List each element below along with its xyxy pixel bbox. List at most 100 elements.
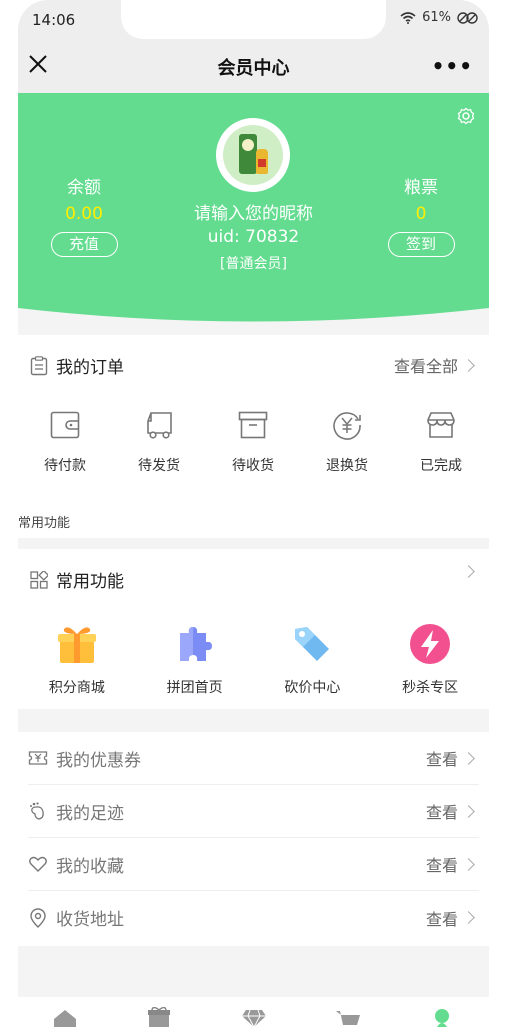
order-status-pending-payment[interactable]: 待付款 bbox=[18, 409, 112, 475]
feature-bargain-center[interactable]: 砍价中心 bbox=[254, 623, 372, 697]
view-label: 查看 bbox=[425, 856, 458, 875]
view-label: 查看 bbox=[425, 750, 458, 769]
order-status-label: 退换货 bbox=[326, 458, 368, 474]
view-action[interactable]: 查看 bbox=[425, 906, 475, 930]
features-header: 常用功能 bbox=[30, 567, 124, 592]
orders-title: 我的订单 bbox=[56, 358, 124, 378]
notch bbox=[121, 0, 386, 39]
wallet-icon bbox=[50, 411, 80, 439]
puzzle-icon bbox=[179, 627, 212, 661]
list-label: 我的优惠券 bbox=[56, 750, 141, 771]
list-item-addresses[interactable]: 收货地址 查看 bbox=[18, 891, 489, 944]
tab-discover[interactable] bbox=[206, 997, 300, 1035]
feature-group-buy[interactable]: 拼团首页 bbox=[136, 623, 254, 697]
nav-bar: 会员中心 ••• bbox=[18, 40, 489, 93]
box-icon bbox=[238, 411, 268, 439]
tab-home[interactable] bbox=[18, 997, 112, 1035]
features-title: 常用功能 bbox=[56, 572, 124, 592]
member-icon bbox=[434, 1009, 449, 1027]
chevron-right-icon bbox=[462, 751, 475, 765]
order-status-pending-shipment[interactable]: 待发货 bbox=[112, 409, 206, 475]
order-status-completed[interactable]: 已完成 bbox=[394, 409, 488, 475]
battery-icon bbox=[457, 11, 478, 24]
feature-label: 拼团首页 bbox=[166, 680, 223, 696]
order-status-label: 待付款 bbox=[44, 458, 86, 474]
feature-label: 秒杀专区 bbox=[402, 680, 459, 696]
tab-gift[interactable] bbox=[112, 997, 206, 1035]
avatar-image bbox=[223, 125, 283, 185]
phone-screen: 14:06 61% 会员中心 ••• 余额 0.00 充值 请输入您的昵称 ui… bbox=[18, 0, 489, 1035]
location-icon bbox=[30, 907, 46, 928]
services-list: 我的优惠券 查看 我的足迹 查看 我的收藏 查看 收货地址 查看 bbox=[18, 732, 489, 946]
status-time: 14:06 bbox=[32, 11, 76, 29]
list-item-coupons[interactable]: 我的优惠券 查看 bbox=[18, 732, 489, 785]
view-label: 查看 bbox=[425, 803, 458, 822]
signin-button[interactable]: 签到 bbox=[387, 232, 455, 257]
tab-cart[interactable] bbox=[301, 997, 395, 1035]
chevron-right-icon bbox=[462, 911, 475, 924]
features-grid: 积分商城 拼团首页 砍价中心 秒杀专区 bbox=[18, 623, 489, 697]
lightning-icon bbox=[410, 624, 451, 664]
feature-label: 砍价中心 bbox=[284, 680, 341, 696]
order-status-refund[interactable]: 退换货 bbox=[300, 409, 394, 475]
orders-card: 我的订单 查看全部 待付款 待发货 待收货 退换货 已完成 bbox=[18, 335, 489, 498]
order-status-pending-receipt[interactable]: 待收货 bbox=[206, 409, 300, 475]
page-title: 会员中心 bbox=[217, 58, 290, 79]
wifi-icon bbox=[400, 11, 416, 24]
avatar[interactable] bbox=[216, 118, 290, 192]
gem-icon bbox=[241, 1009, 266, 1027]
tab-member[interactable] bbox=[395, 997, 489, 1035]
heart-icon bbox=[29, 856, 47, 872]
cart-icon bbox=[335, 1011, 360, 1025]
feature-flash-sale[interactable]: 秒杀专区 bbox=[371, 623, 489, 697]
view-label: 查看 bbox=[425, 909, 458, 929]
gift-icon bbox=[57, 627, 96, 663]
status-bar: 14:06 61% bbox=[18, 0, 489, 40]
view-all-orders[interactable]: 查看全部 bbox=[393, 353, 475, 377]
orders-header: 我的订单 bbox=[30, 353, 124, 378]
truck-icon bbox=[147, 412, 172, 439]
refund-icon bbox=[333, 412, 361, 440]
grain-ticket-block: 粮票 0 签到 bbox=[376, 173, 466, 257]
view-action[interactable]: 查看 bbox=[425, 799, 475, 823]
features-more[interactable] bbox=[458, 565, 475, 578]
status-icons: 61% bbox=[400, 10, 479, 25]
bottom-tab-bar bbox=[18, 997, 489, 1035]
order-status-label: 待发货 bbox=[138, 458, 180, 474]
list-item-favorites[interactable]: 我的收藏 查看 bbox=[18, 838, 489, 891]
tag-icon bbox=[295, 627, 330, 661]
section-caption: 常用功能 bbox=[18, 516, 71, 531]
view-all-label: 查看全部 bbox=[393, 357, 458, 376]
chevron-right-icon bbox=[462, 804, 475, 818]
view-action[interactable]: 查看 bbox=[425, 852, 475, 876]
store-icon bbox=[427, 412, 455, 438]
order-status-grid: 待付款 待发货 待收货 退换货 已完成 bbox=[18, 409, 489, 475]
more-icon[interactable]: ••• bbox=[432, 54, 473, 78]
list-item-footprints[interactable]: 我的足迹 查看 bbox=[18, 785, 489, 838]
features-card: 常用功能 积分商城 拼团首页 砍价中心 秒杀专区 bbox=[18, 549, 489, 709]
list-label: 收货地址 bbox=[56, 910, 124, 930]
member-header: 余额 0.00 充值 请输入您的昵称 uid: 70832 [普通会员] 粮票 … bbox=[18, 93, 489, 325]
chevron-right-icon bbox=[462, 358, 475, 372]
feature-points-mall[interactable]: 积分商城 bbox=[18, 623, 136, 697]
order-status-label: 已完成 bbox=[420, 458, 462, 474]
coupon-icon bbox=[28, 751, 48, 765]
view-action[interactable]: 查看 bbox=[425, 746, 475, 770]
order-status-label: 待收货 bbox=[232, 458, 274, 474]
battery-percent: 61% bbox=[422, 10, 451, 25]
chevron-right-icon bbox=[462, 565, 475, 578]
home-icon bbox=[54, 1010, 77, 1027]
clipboard-icon bbox=[30, 355, 48, 375]
grid-icon bbox=[30, 570, 48, 589]
caption-strip bbox=[18, 498, 489, 538]
settings-icon[interactable] bbox=[457, 107, 475, 125]
list-label: 我的足迹 bbox=[56, 803, 124, 824]
grain-ticket-label: 粮票 bbox=[404, 178, 438, 198]
footprint-icon bbox=[30, 802, 44, 820]
feature-label: 积分商城 bbox=[48, 680, 105, 696]
chevron-right-icon bbox=[462, 857, 475, 871]
gift-box-icon bbox=[148, 1007, 171, 1027]
balance-label: 余额 bbox=[67, 178, 101, 198]
grain-ticket-value: 0 bbox=[415, 204, 427, 224]
list-label: 我的收藏 bbox=[56, 856, 124, 877]
